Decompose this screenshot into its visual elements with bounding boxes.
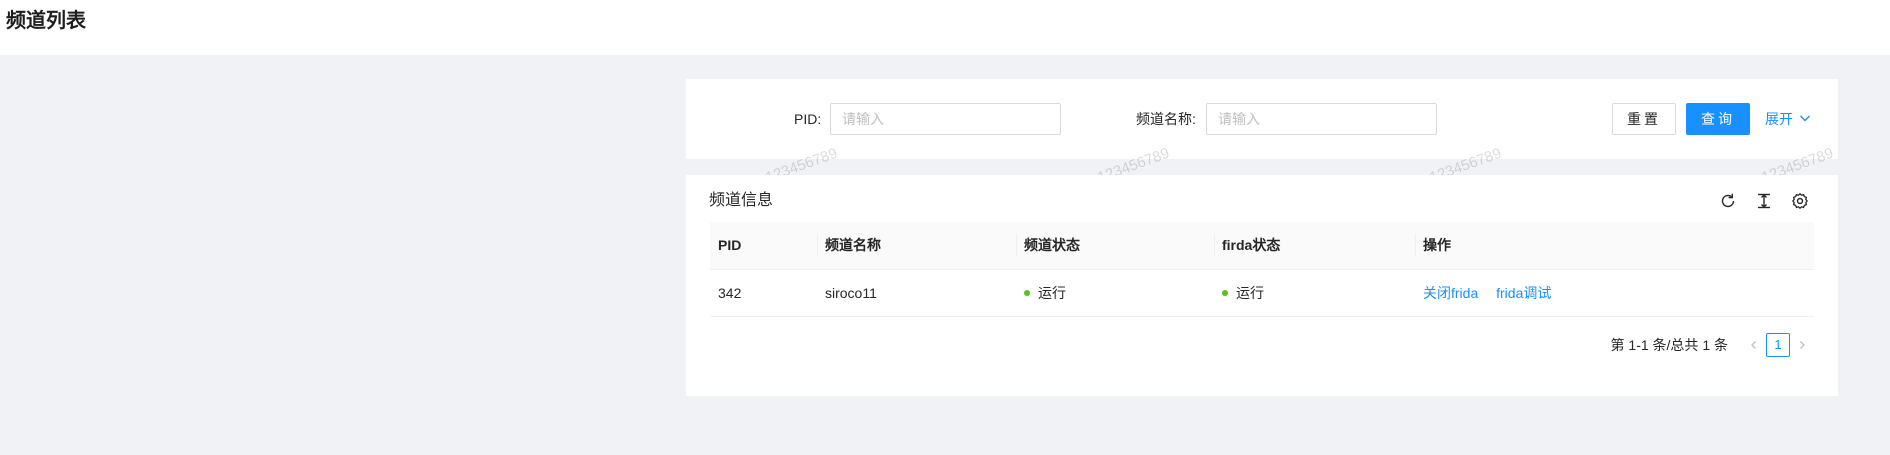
channel-status-cell: 运行 <box>1016 269 1214 317</box>
frida-debug-link[interactable]: frida调试 <box>1496 285 1551 301</box>
firda-status-cell: 运行 <box>1214 269 1415 317</box>
channel-status-text: 运行 <box>1038 284 1066 301</box>
column-header: 频道状态 <box>1016 222 1214 270</box>
column-separator <box>1016 234 1017 257</box>
pid-label: PID: <box>794 111 822 127</box>
channel-info-card: 频道信息 PID 频道名称 频道状态 firda状态 操作 342 siroco… <box>686 175 1838 396</box>
page-number-button[interactable]: 1 <box>1766 333 1790 357</box>
refresh-icon[interactable] <box>1715 188 1741 214</box>
column-header: 频道名称 <box>817 222 1016 270</box>
pagination: 第 1-1 条/总共 1 条 1 <box>1611 333 1814 357</box>
gear-icon[interactable] <box>1787 188 1813 214</box>
column-header-label: firda状态 <box>1222 237 1281 254</box>
column-header: firda状态 <box>1214 222 1415 270</box>
channel-name-cell: siroco11 <box>817 269 1016 317</box>
next-page-icon[interactable] <box>1790 333 1814 357</box>
column-header-label: 操作 <box>1423 237 1451 254</box>
column-height-icon[interactable] <box>1751 188 1777 214</box>
expand-label: 展开 <box>1765 111 1793 127</box>
column-header: 操作 <box>1415 222 1814 270</box>
pid-input[interactable] <box>830 103 1061 135</box>
column-separator <box>1214 234 1215 257</box>
column-separator <box>1415 234 1416 257</box>
expand-link[interactable]: 展开 <box>1765 109 1811 129</box>
chevron-down-icon <box>1799 109 1811 129</box>
top-bar: 频道列表 <box>0 0 1890 55</box>
search-form: PID: 频道名称: 重置 查询 展开 <box>686 79 1838 159</box>
prev-page-icon[interactable] <box>1742 333 1766 357</box>
column-header-label: 频道状态 <box>1024 237 1080 254</box>
close-frida-link[interactable]: 关闭frida <box>1423 285 1478 301</box>
firda-status-text: 运行 <box>1236 284 1264 301</box>
column-separator <box>817 234 818 257</box>
column-header-label: 频道名称 <box>825 237 881 254</box>
page-title: 频道列表 <box>6 10 86 32</box>
query-button[interactable]: 查询 <box>1686 103 1750 135</box>
table-header-row: PID 频道名称 频道状态 firda状态 操作 <box>710 222 1814 270</box>
channel-name-label: 频道名称: <box>1136 111 1196 127</box>
pagination-summary: 第 1-1 条/总共 1 条 <box>1610 337 1728 353</box>
reset-button[interactable]: 重置 <box>1612 103 1676 135</box>
status-dot <box>1024 289 1030 296</box>
status-dot <box>1222 289 1228 296</box>
channel-table: PID 频道名称 频道状态 firda状态 操作 342 siroco11 运行… <box>710 222 1814 317</box>
table-row: 342 siroco11 运行 运行 关闭frida frida调试 <box>710 269 1814 317</box>
table-title: 频道信息 <box>709 192 774 209</box>
actions-cell: 关闭frida frida调试 <box>1415 269 1814 317</box>
column-header: PID <box>710 222 817 270</box>
channel-name-input[interactable] <box>1206 103 1437 135</box>
pid-cell: 342 <box>710 269 817 317</box>
